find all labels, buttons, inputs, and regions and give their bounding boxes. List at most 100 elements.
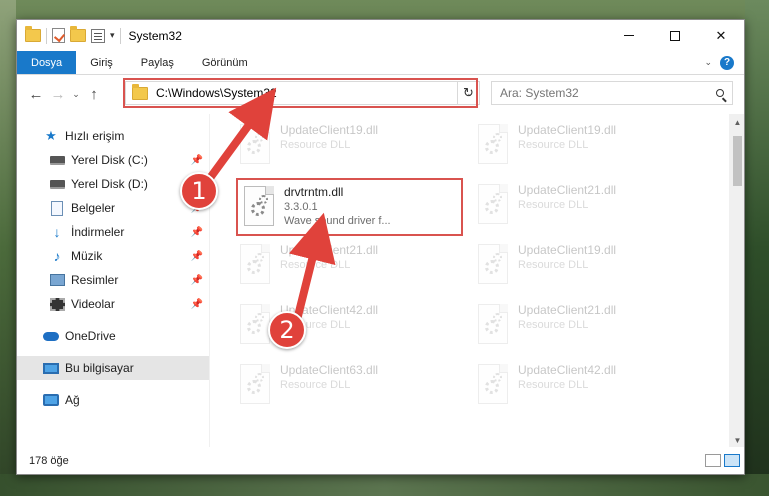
maximize-icon	[670, 30, 680, 41]
sidebar-item-documents[interactable]: Belgeler 📌	[17, 196, 209, 220]
network-icon	[43, 392, 59, 408]
download-arrow-icon: ↓	[53, 224, 61, 240]
sidebar-item-pictures[interactable]: Resimler 📌	[17, 268, 209, 292]
file-name: UpdateClient63.dll	[280, 363, 379, 377]
sidebar-item-downloads[interactable]: ↓ İndirmeler 📌	[17, 220, 209, 244]
status-bar: 178 öğe	[17, 447, 744, 474]
dll-file-icon	[478, 364, 508, 404]
new-folder-icon[interactable]	[70, 26, 86, 42]
navigation-pane: ★ Hızlı erişim Yerel Disk (C:) 📌 Yerel D…	[17, 114, 210, 449]
address-path[interactable]: C:\Windows\System32	[156, 86, 461, 100]
sidebar-item-label: Müzik	[71, 249, 103, 263]
cloud-icon	[43, 328, 59, 344]
forward-button[interactable]: →	[47, 86, 69, 103]
file-name: UpdateClient42.dll	[518, 363, 617, 377]
scroll-up-arrow-icon[interactable]: ▲	[729, 114, 744, 131]
maximize-button[interactable]	[652, 20, 698, 51]
sidebar-item-onedrive[interactable]: OneDrive	[17, 324, 209, 348]
help-icon[interactable]: ?	[720, 55, 734, 70]
window-controls: ✕	[606, 20, 744, 51]
pin-icon[interactable]: 📌	[191, 299, 203, 310]
file-type: Resource DLL	[518, 139, 589, 151]
list-item[interactable]: drvtrntm.dll 3.3.0.1 Wave sound driver f…	[238, 180, 468, 236]
dll-file-icon	[240, 304, 270, 344]
list-item[interactable]: UpdateClient63.dll Resource DLL	[234, 358, 464, 414]
toolbar-divider	[119, 27, 121, 44]
pin-icon[interactable]: 📌	[191, 155, 203, 166]
computer-icon	[43, 360, 59, 376]
search-box[interactable]	[491, 81, 733, 105]
details-view-icon[interactable]	[705, 454, 721, 467]
view-toggle	[705, 454, 740, 467]
recent-locations-chevron-icon[interactable]: ⌄	[69, 89, 83, 100]
file-description: Wave sound driver f...	[284, 215, 391, 227]
file-list: UpdateClient19.dll Resource DLL UpdateCli…	[210, 114, 744, 449]
sidebar-item-label: Yerel Disk (C:)	[71, 153, 148, 167]
drive-icon	[49, 152, 65, 168]
dll-file-icon	[244, 186, 274, 226]
sidebar-item-videos[interactable]: Videolar 📌	[17, 292, 209, 316]
folder-icon	[25, 26, 41, 42]
item-count: 178 öğe	[29, 454, 69, 467]
pictures-icon	[49, 272, 65, 288]
file-name: UpdateClient21.dll	[280, 243, 379, 257]
highlighted-file-tile[interactable]: drvtrntm.dll 3.3.0.1 Wave sound driver f…	[236, 178, 463, 236]
list-item[interactable]: UpdateClient21.dll Resource DLL	[472, 178, 702, 234]
vertical-scrollbar[interactable]: ▲ ▼	[729, 114, 744, 449]
list-item[interactable]: UpdateClient21.dll Resource DLL	[472, 298, 702, 354]
desktop-background-left	[0, 0, 16, 496]
sidebar-item-label: Resimler	[71, 273, 119, 287]
refresh-button[interactable]: ↻	[457, 81, 479, 105]
up-one-level-button[interactable]: ↑	[83, 86, 105, 103]
sidebar-item-local-disk-c[interactable]: Yerel Disk (C:) 📌	[17, 148, 209, 172]
list-item[interactable]: UpdateClient19.dll Resource DLL	[234, 118, 464, 174]
sidebar-item-music[interactable]: ♪ Müzik 📌	[17, 244, 209, 268]
file-type: Resource DLL	[280, 139, 351, 151]
dll-file-icon	[240, 244, 270, 284]
close-button[interactable]: ✕	[698, 20, 744, 51]
film-icon	[49, 296, 65, 312]
tab-paylas[interactable]: Paylaş	[127, 51, 188, 74]
pin-icon[interactable]: 📌	[191, 251, 203, 262]
sidebar-item-label: Yerel Disk (D:)	[71, 177, 148, 191]
desktop-background-bottom	[0, 474, 769, 496]
pin-icon[interactable]: 📌	[191, 227, 203, 238]
step-two-callout: 2	[268, 311, 306, 349]
tab-dosya[interactable]: Dosya	[17, 51, 77, 74]
customize-toolbar-chevron-icon[interactable]: ▾	[110, 30, 115, 41]
scrollbar-thumb[interactable]	[733, 136, 742, 186]
sidebar-item-label: OneDrive	[65, 329, 116, 343]
sidebar-item-quick-access[interactable]: ★ Hızlı erişim	[17, 124, 209, 148]
sidebar-item-label: İndirmeler	[71, 225, 125, 239]
file-name: UpdateClient19.dll	[518, 243, 617, 257]
sidebar-item-network[interactable]: Ağ	[17, 388, 209, 412]
search-input[interactable]	[500, 86, 708, 100]
expand-ribbon-chevron-icon[interactable]: ⌄	[704, 57, 712, 68]
address-bar[interactable]: C:\Windows\System32 ⌄	[125, 81, 480, 105]
star-icon: ★	[45, 128, 57, 143]
dll-file-icon	[240, 124, 270, 164]
list-item[interactable]: UpdateClient19.dll Resource DLL	[472, 238, 702, 294]
desktop-background-right	[745, 0, 769, 496]
list-item[interactable]: UpdateClient19.dll Resource DLL	[472, 118, 702, 174]
file-version: 3.3.0.1	[284, 201, 318, 213]
back-button[interactable]: ←	[25, 86, 47, 103]
properties-check-icon[interactable]	[52, 28, 65, 43]
tab-giris[interactable]: Giriş	[76, 51, 127, 74]
tiles-view-icon[interactable]	[724, 454, 740, 467]
tab-gorunum[interactable]: Görünüm	[188, 51, 262, 74]
pin-icon[interactable]: 📌	[191, 275, 203, 286]
window-title: System32	[128, 28, 182, 43]
search-icon[interactable]	[708, 86, 732, 100]
sidebar-item-this-pc[interactable]: Bu bilgisayar	[17, 356, 209, 380]
list-item[interactable]: UpdateClient42.dll Resource DLL	[472, 358, 702, 414]
ribbon-expand-area: ⌄ ?	[704, 51, 744, 74]
list-item[interactable]: UpdateClient21.dll Resource DLL	[234, 238, 464, 294]
minimize-icon	[624, 35, 634, 36]
explorer-window: ▾ System32 ✕ Dosya Giriş Paylaş Görünüm …	[16, 19, 745, 475]
minimize-button[interactable]	[606, 20, 652, 51]
view-list-icon[interactable]	[91, 28, 105, 43]
file-name: UpdateClient19.dll	[518, 123, 617, 137]
navigation-bar: ← → ⌄ ↑ C:\Windows\System32 ⌄ ↻	[17, 75, 744, 113]
drive-icon	[49, 176, 65, 192]
